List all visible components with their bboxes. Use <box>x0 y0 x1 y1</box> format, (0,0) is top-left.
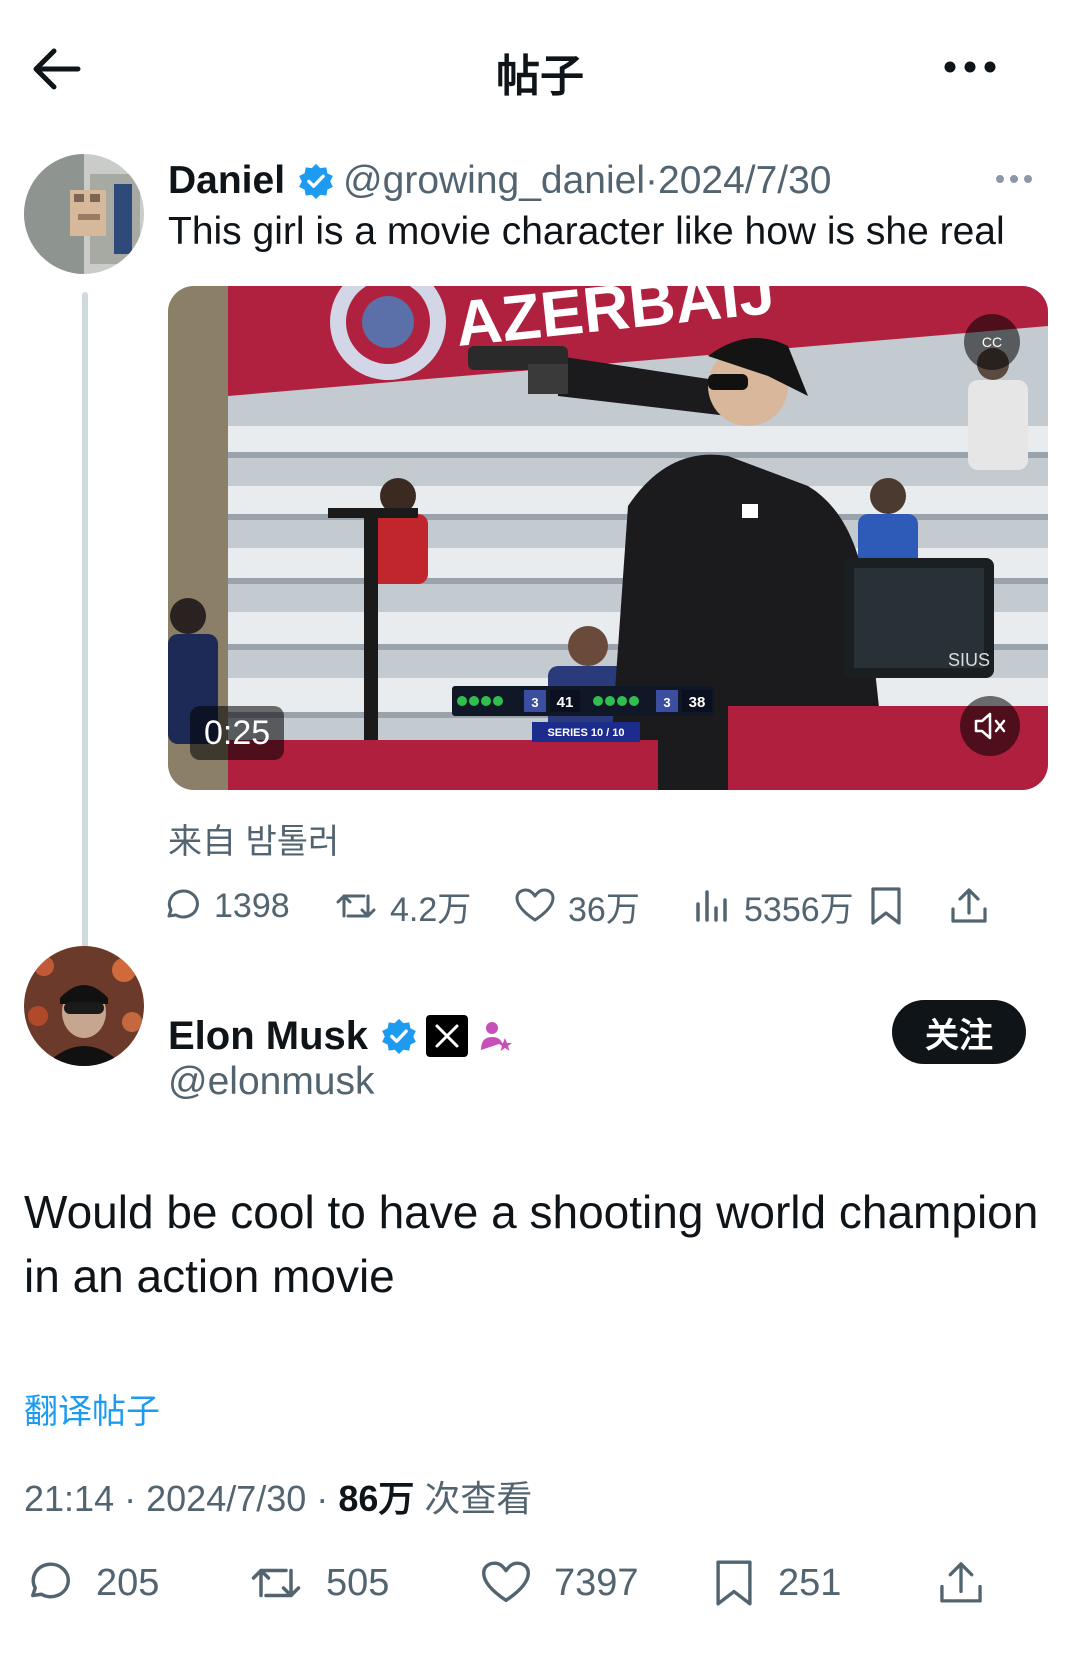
share-icon <box>940 1562 982 1603</box>
share-button[interactable] <box>936 1548 1008 1618</box>
repost-count: 505 <box>326 1561 390 1604</box>
quoted-bookmark-button[interactable] <box>868 876 916 936</box>
post-date[interactable]: 2024/7/30 <box>146 1478 306 1519</box>
quoted-like-count: 36万 <box>568 890 640 929</box>
bookmark-icon <box>716 1560 752 1606</box>
views-label: 次查看 <box>424 1478 533 1519</box>
reply-count: 205 <box>96 1561 160 1604</box>
quoted-share-button[interactable] <box>948 876 1002 936</box>
quoted-like-button[interactable]: 36万 <box>514 876 640 936</box>
daniel-avatar[interactable] <box>24 154 144 274</box>
monitor-label: SIUS <box>948 650 990 670</box>
x-logo-icon[interactable] <box>426 1015 469 1057</box>
verified-badge-icon <box>382 1018 416 1055</box>
more-options-button[interactable] <box>940 52 1000 82</box>
like-count: 7397 <box>554 1561 639 1604</box>
views-chart-icon <box>696 890 727 922</box>
more-horizontal-icon <box>944 61 996 73</box>
quoted-reply-button[interactable]: 1398 <box>162 876 290 936</box>
quoted-reply-count: 1398 <box>214 886 290 925</box>
bookmark-button[interactable]: 251 <box>712 1548 841 1618</box>
post-time[interactable]: 21:14 <box>24 1478 114 1519</box>
heart-icon <box>515 888 555 922</box>
separator-dot: · <box>645 159 658 202</box>
mute-button[interactable] <box>960 696 1020 756</box>
verified-badge-icon <box>299 163 333 200</box>
like-button[interactable]: 7397 <box>480 1548 639 1618</box>
bookmark-icon <box>871 887 901 925</box>
quoted-author-handle[interactable]: @growing_daniel <box>343 159 645 203</box>
views-count[interactable]: 86万 <box>338 1478 414 1519</box>
repost-icon <box>251 1568 301 1598</box>
video-duration: 0:25 <box>190 706 285 760</box>
repost-icon <box>336 894 376 918</box>
reply-button[interactable]: 205 <box>24 1548 159 1618</box>
share-icon <box>951 888 987 923</box>
main-author-name[interactable]: Elon Musk <box>168 1014 368 1059</box>
main-post-text: Would be cool to have a shooting world c… <box>24 1186 1039 1302</box>
quoted-repost-count: 4.2万 <box>390 890 472 929</box>
separator-dot: · <box>124 1478 137 1519</box>
main-action-bar: 205 505 7397 251 <box>0 1548 1080 1618</box>
main-author-handle[interactable]: @elonmusk <box>168 1060 375 1104</box>
quoted-post-date[interactable]: 2024/7/30 <box>658 159 832 203</box>
more-horizontal-icon <box>996 175 1032 183</box>
quoted-views-button[interactable]: 5356万 <box>692 876 854 936</box>
quoted-views-count: 5356万 <box>744 890 854 929</box>
quoted-author-name[interactable]: Daniel <box>168 159 285 203</box>
elon-musk-avatar[interactable] <box>24 946 144 1066</box>
quoted-author-row: Daniel @growing_daniel · 2024/7/30 <box>168 156 832 206</box>
affiliate-badge-icon <box>481 1022 513 1051</box>
bookmark-count: 251 <box>778 1561 842 1604</box>
source-attribution[interactable]: 来自 밤톨러 <box>168 814 339 863</box>
quoted-action-bar: 1398 4.2万 36万 5356万 <box>167 876 1048 936</box>
video-player[interactable]: AZERBAIJ SIUS 3 41 3 38 SERIES 10 / 10 0… <box>168 286 1048 790</box>
svg-text:38: 38 <box>689 694 706 711</box>
heart-icon <box>481 1561 531 1603</box>
post-metadata: 21:14 · 2024/7/30 · 86万 次查看 <box>24 1470 532 1522</box>
top-bar: 帖子 <box>0 0 1080 140</box>
svg-text:3: 3 <box>531 695 538 710</box>
page-title: 帖子 <box>496 52 584 101</box>
captions-button[interactable]: CC <box>964 314 1020 370</box>
main-author-row: Elon Musk <box>168 1008 514 1064</box>
reply-icon <box>167 889 199 919</box>
quoted-post-text: This girl is a movie character like how … <box>168 210 1005 253</box>
thread-connector-line <box>82 292 88 982</box>
svg-text:3: 3 <box>663 695 670 710</box>
quoted-repost-button[interactable]: 4.2万 <box>334 876 471 936</box>
repost-button[interactable]: 505 <box>248 1548 389 1618</box>
svg-text:SERIES 10 / 10: SERIES 10 / 10 <box>547 727 624 739</box>
reply-icon <box>31 1562 70 1599</box>
mute-icon <box>974 712 1006 740</box>
translate-post-link[interactable]: 翻译帖子 <box>24 1384 160 1433</box>
video-frame: AZERBAIJ SIUS 3 41 3 38 SERIES 10 / 10 <box>168 286 1048 790</box>
separator-dot: · <box>316 1478 329 1519</box>
quoted-more-button[interactable] <box>994 172 1034 186</box>
follow-button[interactable]: 关注 <box>892 1000 1026 1064</box>
svg-text:41: 41 <box>557 694 574 711</box>
